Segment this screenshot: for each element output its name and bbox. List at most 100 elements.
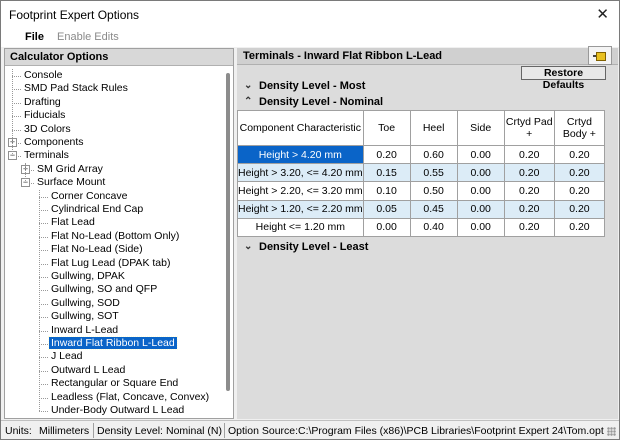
window-title: Footprint Expert Options bbox=[9, 8, 140, 22]
tree-item[interactable]: Gullwing, SOD bbox=[49, 297, 122, 311]
tree-item[interactable]: Corner Concave bbox=[49, 190, 129, 204]
chevron-down-icon: ⌄ bbox=[244, 241, 253, 252]
tree-item-label: Cylindrical End Cap bbox=[51, 203, 144, 215]
table-cell[interactable]: 0.45 bbox=[409, 199, 458, 219]
chevron-down-icon: ⌄ bbox=[244, 80, 253, 91]
tree-item[interactable]: Console bbox=[22, 69, 65, 83]
tree-item-label: Gullwing, SO and QFP bbox=[51, 283, 158, 296]
table-cell[interactable]: 0.20 bbox=[503, 217, 555, 238]
tree-item[interactable]: Gullwing, SOT bbox=[49, 310, 121, 324]
tree-item[interactable]: Rectangular or Square End bbox=[49, 377, 180, 391]
resize-grip-icon[interactable] bbox=[607, 427, 616, 436]
table-cell[interactable]: 0.20 bbox=[553, 199, 606, 219]
tree-item[interactable]: Terminals bbox=[22, 149, 71, 163]
tree-item[interactable]: Inward Flat Ribbon L-Lead bbox=[48, 336, 178, 351]
tree-item-label: Inward Flat Ribbon L-Lead bbox=[48, 336, 178, 350]
tree-item-label: SMD Pad Stack Rules bbox=[24, 82, 128, 95]
tree-item-label: J Lead bbox=[51, 350, 83, 363]
table-cell[interactable]: 0.00 bbox=[456, 144, 505, 165]
section-density-least[interactable]: ⌄ Density Level - Least bbox=[237, 239, 618, 255]
table-cell[interactable]: 0.50 bbox=[409, 181, 458, 201]
tree-item[interactable]: 3D Colors bbox=[22, 123, 73, 137]
table-cell[interactable]: 0.20 bbox=[553, 181, 606, 201]
tree-item[interactable]: Components bbox=[22, 136, 86, 150]
table-cell[interactable]: 0.10 bbox=[362, 181, 411, 201]
tree-item[interactable]: SMD Pad Stack Rules bbox=[22, 82, 130, 96]
tree-connector bbox=[39, 263, 48, 265]
tree-item[interactable]: Inward L-Lead bbox=[49, 324, 120, 338]
tree-connector bbox=[12, 102, 21, 104]
tree-connector bbox=[12, 69, 13, 157]
tree-item-label: Leadless (Flat, Concave, Convex) bbox=[51, 390, 210, 403]
table-cell[interactable]: 0.20 bbox=[553, 217, 606, 238]
table-cell[interactable]: 0.00 bbox=[456, 217, 505, 238]
status-bar: Units: Millimeters Density Level: Nomina… bbox=[1, 420, 619, 439]
tree-connector bbox=[39, 210, 48, 211]
tree-connector bbox=[12, 89, 21, 91]
tree-item-label: Outward L Lead bbox=[51, 363, 126, 376]
status-divider bbox=[93, 423, 94, 438]
tree-item-label: Gullwing, DPAK bbox=[51, 270, 125, 282]
tree-connector bbox=[12, 129, 21, 131]
tree-item[interactable]: Cylindrical End Cap bbox=[49, 203, 145, 217]
tree-item[interactable]: Flat No-Lead (Side) bbox=[49, 243, 145, 257]
menu-bar: File Enable Edits bbox=[1, 28, 619, 47]
table-cell[interactable]: 0.15 bbox=[362, 163, 411, 183]
tree-item[interactable]: Fiducials bbox=[22, 109, 67, 123]
tree-connector bbox=[39, 370, 48, 372]
tree-item[interactable]: J Lead bbox=[49, 350, 85, 364]
tree-item[interactable]: Leadless (Flat, Concave, Convex) bbox=[49, 391, 211, 405]
section-density-most[interactable]: ⌄ Density Level - Most bbox=[237, 78, 618, 94]
tree-item-label: 3D Colors bbox=[24, 122, 71, 135]
row-header[interactable]: Height > 1.20, <= 2.20 mm bbox=[237, 199, 364, 219]
row-header[interactable]: Height <= 1.20 mm bbox=[237, 217, 364, 238]
table-cell[interactable]: 0.20 bbox=[362, 144, 411, 165]
table-cell[interactable]: 0.00 bbox=[456, 181, 505, 201]
menu-enable-edits[interactable]: Enable Edits bbox=[57, 31, 119, 43]
table-cell[interactable]: 0.20 bbox=[503, 199, 555, 219]
tree-item[interactable]: Drafting bbox=[22, 96, 63, 110]
table-cell[interactable]: 0.00 bbox=[456, 163, 505, 183]
table-cell[interactable]: 0.00 bbox=[362, 217, 411, 238]
table-cell[interactable]: 0.00 bbox=[456, 199, 505, 219]
tree-item[interactable]: Gullwing, SO and QFP bbox=[49, 283, 159, 297]
table-cell[interactable]: 0.20 bbox=[553, 163, 606, 183]
tree-item[interactable]: Under-Body Outward L Lead bbox=[49, 404, 186, 418]
tree-item[interactable]: Flat Lug Lead (DPAK tab) bbox=[49, 257, 172, 271]
tree-item-label: Gullwing, SOT bbox=[51, 310, 119, 323]
close-icon[interactable]: ✕ bbox=[596, 5, 609, 23]
options-window: Footprint Expert Options ✕ File Enable E… bbox=[0, 0, 620, 440]
section-density-nominal[interactable]: ⌃ Density Level - Nominal bbox=[237, 94, 618, 110]
table-cell[interactable]: 0.40 bbox=[409, 217, 458, 238]
tree-item-label: Fiducials bbox=[24, 109, 66, 122]
tree-item[interactable]: Surface Mount bbox=[35, 176, 107, 190]
table-cell[interactable]: 0.55 bbox=[409, 163, 458, 183]
table-cell[interactable]: 0.20 bbox=[553, 144, 606, 165]
table-cell[interactable]: 0.60 bbox=[409, 144, 458, 165]
settings-header: Terminals - Inward Flat Ribbon L-Lead bbox=[237, 46, 618, 65]
row-header[interactable]: Height > 4.20 mm bbox=[237, 144, 364, 165]
tree-item[interactable]: SM Grid Array bbox=[35, 163, 105, 177]
density-value: Nominal (N) bbox=[166, 425, 223, 437]
col-header: Crtyd Pad + bbox=[503, 110, 555, 146]
tree-connector bbox=[39, 384, 48, 386]
tree-item[interactable]: Flat No-Lead (Bottom Only) bbox=[49, 230, 181, 244]
section-label: Density Level - Least bbox=[259, 241, 369, 253]
table-cell[interactable]: 0.20 bbox=[503, 144, 555, 165]
tree-item[interactable]: Flat Lead bbox=[49, 216, 97, 230]
tree-connector bbox=[39, 236, 48, 238]
tree-scrollbar-thumb[interactable] bbox=[226, 73, 230, 391]
tree-item[interactable]: Outward L Lead bbox=[49, 364, 127, 378]
menu-file[interactable]: File bbox=[25, 31, 44, 43]
table-cell[interactable]: 0.05 bbox=[362, 199, 411, 219]
table-cell[interactable]: 0.20 bbox=[503, 163, 555, 183]
table-cell[interactable]: 0.20 bbox=[503, 181, 555, 201]
tree-item[interactable]: Gullwing, DPAK bbox=[49, 270, 127, 284]
col-header: Crtyd Body + bbox=[553, 110, 606, 146]
tree-scrollbar[interactable] bbox=[224, 67, 233, 418]
calculator-options-header: Calculator Options bbox=[5, 49, 233, 66]
options-tree[interactable]: Console SMD Pad Stack Rules Drafting Fiduci… bbox=[5, 67, 225, 418]
row-header[interactable]: Height > 3.20, <= 4.20 mm bbox=[237, 163, 364, 183]
tree-connector bbox=[25, 162, 26, 184]
row-header[interactable]: Height > 2.20, <= 3.20 mm bbox=[237, 181, 364, 201]
